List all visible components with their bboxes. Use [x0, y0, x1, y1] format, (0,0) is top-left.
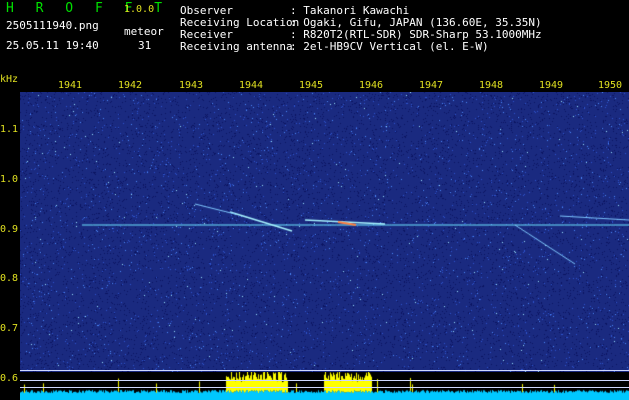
x-tick-label: 1944 [239, 80, 264, 91]
band-marker-line [20, 387, 629, 388]
x-tick-label: 1948 [479, 80, 504, 91]
y-tick-label: 0.7 [0, 323, 19, 334]
y-tick-label: 0.9 [0, 224, 19, 235]
band-marker-line [20, 380, 629, 381]
spectrogram-waterfall [20, 92, 629, 372]
file-name: 2505111940.png [6, 19, 99, 32]
meteor-label: meteor [124, 25, 164, 38]
y-tick-label: 1.1 [0, 124, 19, 135]
x-tick-label: 1946 [359, 80, 384, 91]
band-marker-line [20, 370, 629, 371]
y-tick-label: 0.8 [0, 273, 19, 284]
meteor-count: 31 [138, 39, 152, 52]
file-datetime: 25.05.11 19:40 [6, 39, 99, 52]
x-tick-label: 1942 [118, 80, 143, 91]
x-tick-label: 1947 [419, 80, 444, 91]
x-tick-label: 1949 [539, 80, 564, 91]
y-tick-label: 0.6 [0, 373, 19, 384]
signal-strength-strip [20, 372, 629, 400]
app-version: 1.0.0 [124, 4, 155, 15]
x-tick-label: 1945 [299, 80, 324, 91]
y-tick-label: 1.0 [0, 174, 19, 185]
antenna-key: Receiving antenna [180, 40, 293, 53]
antenna-value: : 2el-HB9CV Vertical (el. E-W) [290, 40, 489, 53]
x-tick-label: 1941 [58, 80, 83, 91]
x-tick-label: 1943 [179, 80, 204, 91]
hrofft-window: H R O F F T 1.0.0 2505111940.png 25.05.1… [0, 0, 629, 400]
x-tick-label: 1950 [598, 80, 623, 91]
y-axis-unit: kHz [0, 74, 19, 85]
